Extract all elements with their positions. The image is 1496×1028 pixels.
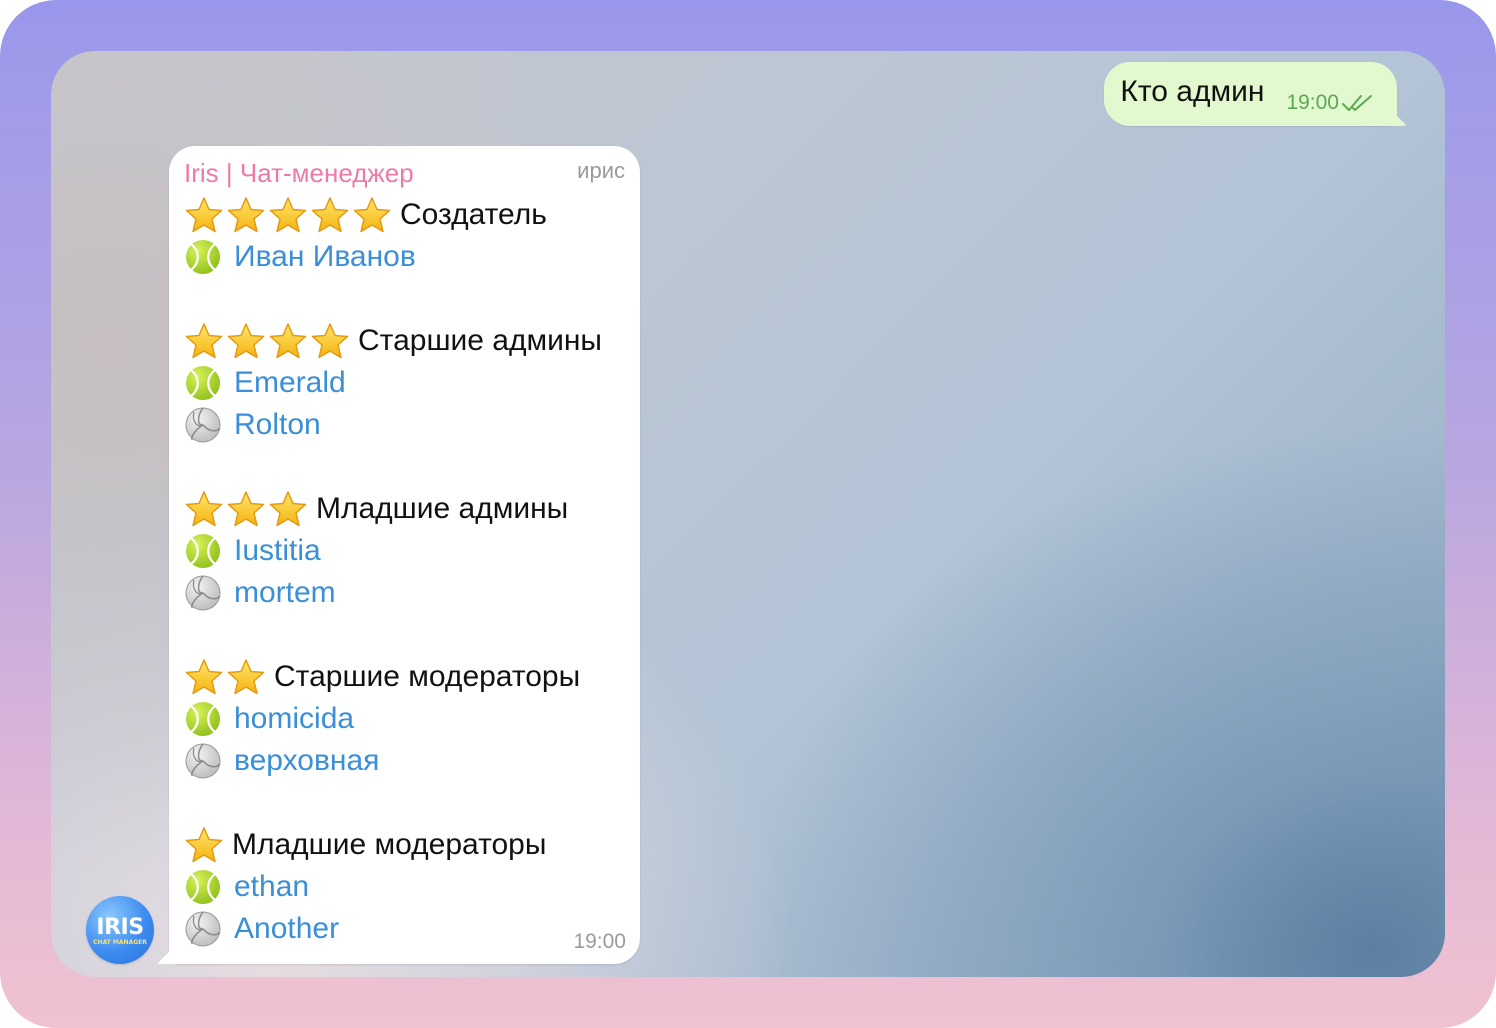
double-check-icon	[1342, 95, 1372, 111]
volleyball-icon	[185, 407, 221, 443]
role-label: Младшие админы	[316, 492, 569, 525]
member-item: ethan	[184, 866, 634, 908]
role-label: Старшие админы	[358, 324, 602, 357]
member-link[interactable]: Rolton	[234, 408, 321, 442]
tennis-ball-icon	[186, 534, 220, 568]
member-item: Rolton	[184, 404, 634, 446]
star-icon	[185, 197, 223, 233]
star-icon	[185, 323, 223, 359]
member-link[interactable]: ethan	[234, 870, 309, 904]
role-label: Старшие модераторы	[274, 660, 581, 693]
rank-stars	[184, 195, 394, 235]
star-icon	[311, 197, 349, 233]
member-link[interactable]: Another	[234, 912, 339, 946]
tennis-ball-icon	[186, 870, 220, 904]
avatar-logo-text: IRIS	[96, 915, 144, 940]
rank-stars	[184, 489, 310, 529]
member-link[interactable]: Iustitia	[234, 534, 321, 568]
star-icon	[227, 323, 265, 359]
incoming-bubble-tail	[157, 944, 177, 964]
star-icon	[227, 197, 265, 233]
star-icon	[227, 659, 265, 695]
volleyball-icon	[185, 911, 221, 947]
volleyball-icon	[185, 743, 221, 779]
member-item: mortem	[184, 572, 634, 614]
outgoing-message[interactable]: Кто админ 19:00	[1104, 62, 1407, 126]
outgoing-message-meta: 19:00	[1286, 91, 1375, 115]
role-heading: Создатель	[184, 194, 634, 236]
incoming-message[interactable]: Iris | Чат-менеджер ирис Создатель Иван И…	[157, 146, 640, 964]
rank-stars	[184, 321, 352, 361]
volleyball-icon	[185, 575, 221, 611]
star-icon	[269, 491, 307, 527]
star-icon	[227, 491, 265, 527]
admin-list: Создатель Иван Иванов Старшие админы Emeral…	[184, 194, 634, 950]
member-link[interactable]: Emerald	[234, 366, 346, 400]
role-heading: Старшие модераторы	[184, 656, 634, 698]
sender-name[interactable]: Iris | Чат-менеджер	[184, 158, 414, 189]
outgoing-bubble-tail	[1389, 108, 1407, 126]
sender-tag: ирис	[577, 158, 625, 183]
role-heading: Младшие админы	[184, 488, 634, 530]
bot-avatar[interactable]: IRIS CHAT MANAGER	[86, 896, 154, 964]
member-item: Another	[184, 908, 634, 950]
tennis-ball-icon	[186, 366, 220, 400]
star-icon	[311, 323, 349, 359]
member-item: верховная	[184, 740, 634, 782]
outgoing-message-time: 19:00	[1286, 91, 1339, 114]
role-label: Создатель	[400, 198, 547, 231]
member-link[interactable]: homicida	[234, 702, 354, 736]
member-item: Иван Иванов	[184, 236, 634, 278]
role-label: Младшие модераторы	[232, 828, 547, 861]
star-icon	[185, 491, 223, 527]
star-icon	[269, 323, 307, 359]
app-frame: Кто админ 19:00 Iris | Чат-менеджер ирис…	[0, 0, 1496, 1028]
outgoing-message-text: Кто админ	[1120, 75, 1265, 108]
member-item: homicida	[184, 698, 634, 740]
incoming-message-time: 19:00	[573, 930, 626, 953]
chat-area[interactable]: Кто админ 19:00 Iris | Чат-менеджер ирис…	[51, 51, 1445, 977]
tennis-ball-icon	[186, 240, 220, 274]
member-item: Emerald	[184, 362, 634, 404]
star-icon	[185, 659, 223, 695]
role-heading: Младшие модераторы	[184, 824, 634, 866]
star-icon	[353, 197, 391, 233]
rank-stars	[184, 825, 226, 865]
tennis-ball-icon	[186, 702, 220, 736]
star-icon	[269, 197, 307, 233]
role-heading: Старшие админы	[184, 320, 634, 362]
star-icon	[185, 827, 223, 863]
member-link[interactable]: верховная	[234, 744, 379, 778]
avatar-logo-subtext: CHAT MANAGER	[93, 939, 147, 946]
rank-stars	[184, 657, 268, 697]
member-link[interactable]: Иван Иванов	[234, 240, 416, 274]
member-item: Iustitia	[184, 530, 634, 572]
member-link[interactable]: mortem	[234, 576, 336, 610]
